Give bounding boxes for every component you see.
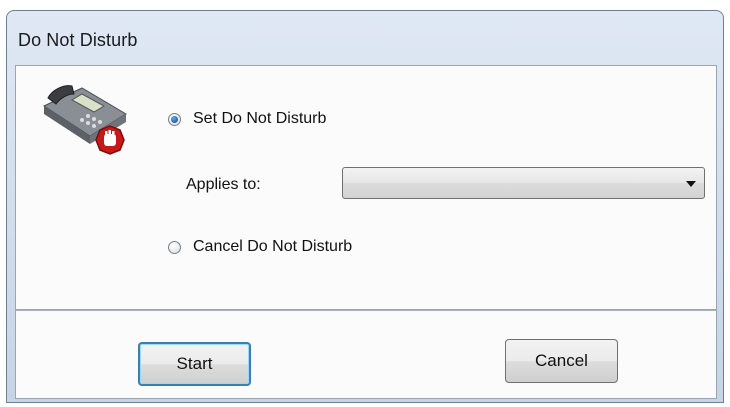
applies-to-label: Applies to: bbox=[186, 176, 261, 193]
cancel-dnd-option[interactable]: Cancel Do Not Disturb bbox=[168, 238, 352, 256]
options-panel: Set Do Not Disturb Applies to: Cancel Do… bbox=[15, 65, 717, 310]
dnd-dialog: Do Not Disturb Set Do Not Disturb Applie… bbox=[6, 10, 724, 403]
cancel-button[interactable]: Cancel bbox=[505, 339, 618, 383]
set-dnd-radio[interactable] bbox=[168, 112, 181, 126]
cancel-dnd-radio[interactable] bbox=[168, 240, 181, 254]
window-title: Do Not Disturb bbox=[18, 30, 138, 50]
chevron-down-icon[interactable] bbox=[686, 181, 696, 187]
set-dnd-label: Set Do Not Disturb bbox=[193, 110, 327, 127]
button-bar: Start Cancel bbox=[15, 310, 717, 399]
title-bar[interactable]: Do Not Disturb bbox=[7, 11, 723, 63]
applies-to-dropdown[interactable] bbox=[342, 167, 705, 199]
set-dnd-option[interactable]: Set Do Not Disturb bbox=[168, 110, 326, 128]
start-button[interactable]: Start bbox=[138, 342, 251, 386]
cancel-dnd-label: Cancel Do Not Disturb bbox=[193, 238, 353, 255]
phone-stop-icon bbox=[42, 85, 127, 155]
